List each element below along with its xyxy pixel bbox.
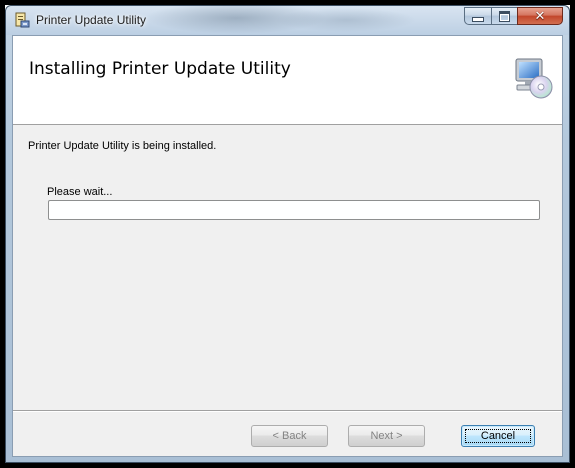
computer-cd-icon [515,58,553,99]
please-wait-label: Please wait... [47,186,113,198]
minimize-button[interactable] [464,7,491,25]
title-bar[interactable]: Printer Update Utility ✕ [6,6,569,35]
next-button-label: Next > [370,430,403,442]
footer-divider-highlight [13,411,562,412]
back-button-label: < Back [272,430,307,442]
install-status-text: Printer Update Utility is being installe… [28,140,217,152]
maximize-icon [499,10,510,22]
close-button[interactable]: ✕ [517,7,563,25]
cancel-button[interactable]: Cancel [461,425,535,447]
minimize-icon [472,16,484,22]
header-banner: Installing Printer Update Utility [13,36,562,125]
window-title: Printer Update Utility [36,13,147,27]
close-icon: ✕ [534,8,546,24]
caption-buttons: ✕ [464,7,563,26]
maximize-button[interactable] [491,7,517,25]
next-button[interactable]: Next > [348,425,425,447]
dialog-client-area: Installing Printer Update Utility Printe… [12,35,563,457]
install-progress-bar [48,200,540,220]
installer-app-icon [15,12,30,28]
back-button[interactable]: < Back [251,425,328,447]
installer-window: Printer Update Utility ✕ Installing Prin… [5,5,570,463]
focus-ring [465,429,531,443]
page-title: Installing Printer Update Utility [29,59,291,79]
